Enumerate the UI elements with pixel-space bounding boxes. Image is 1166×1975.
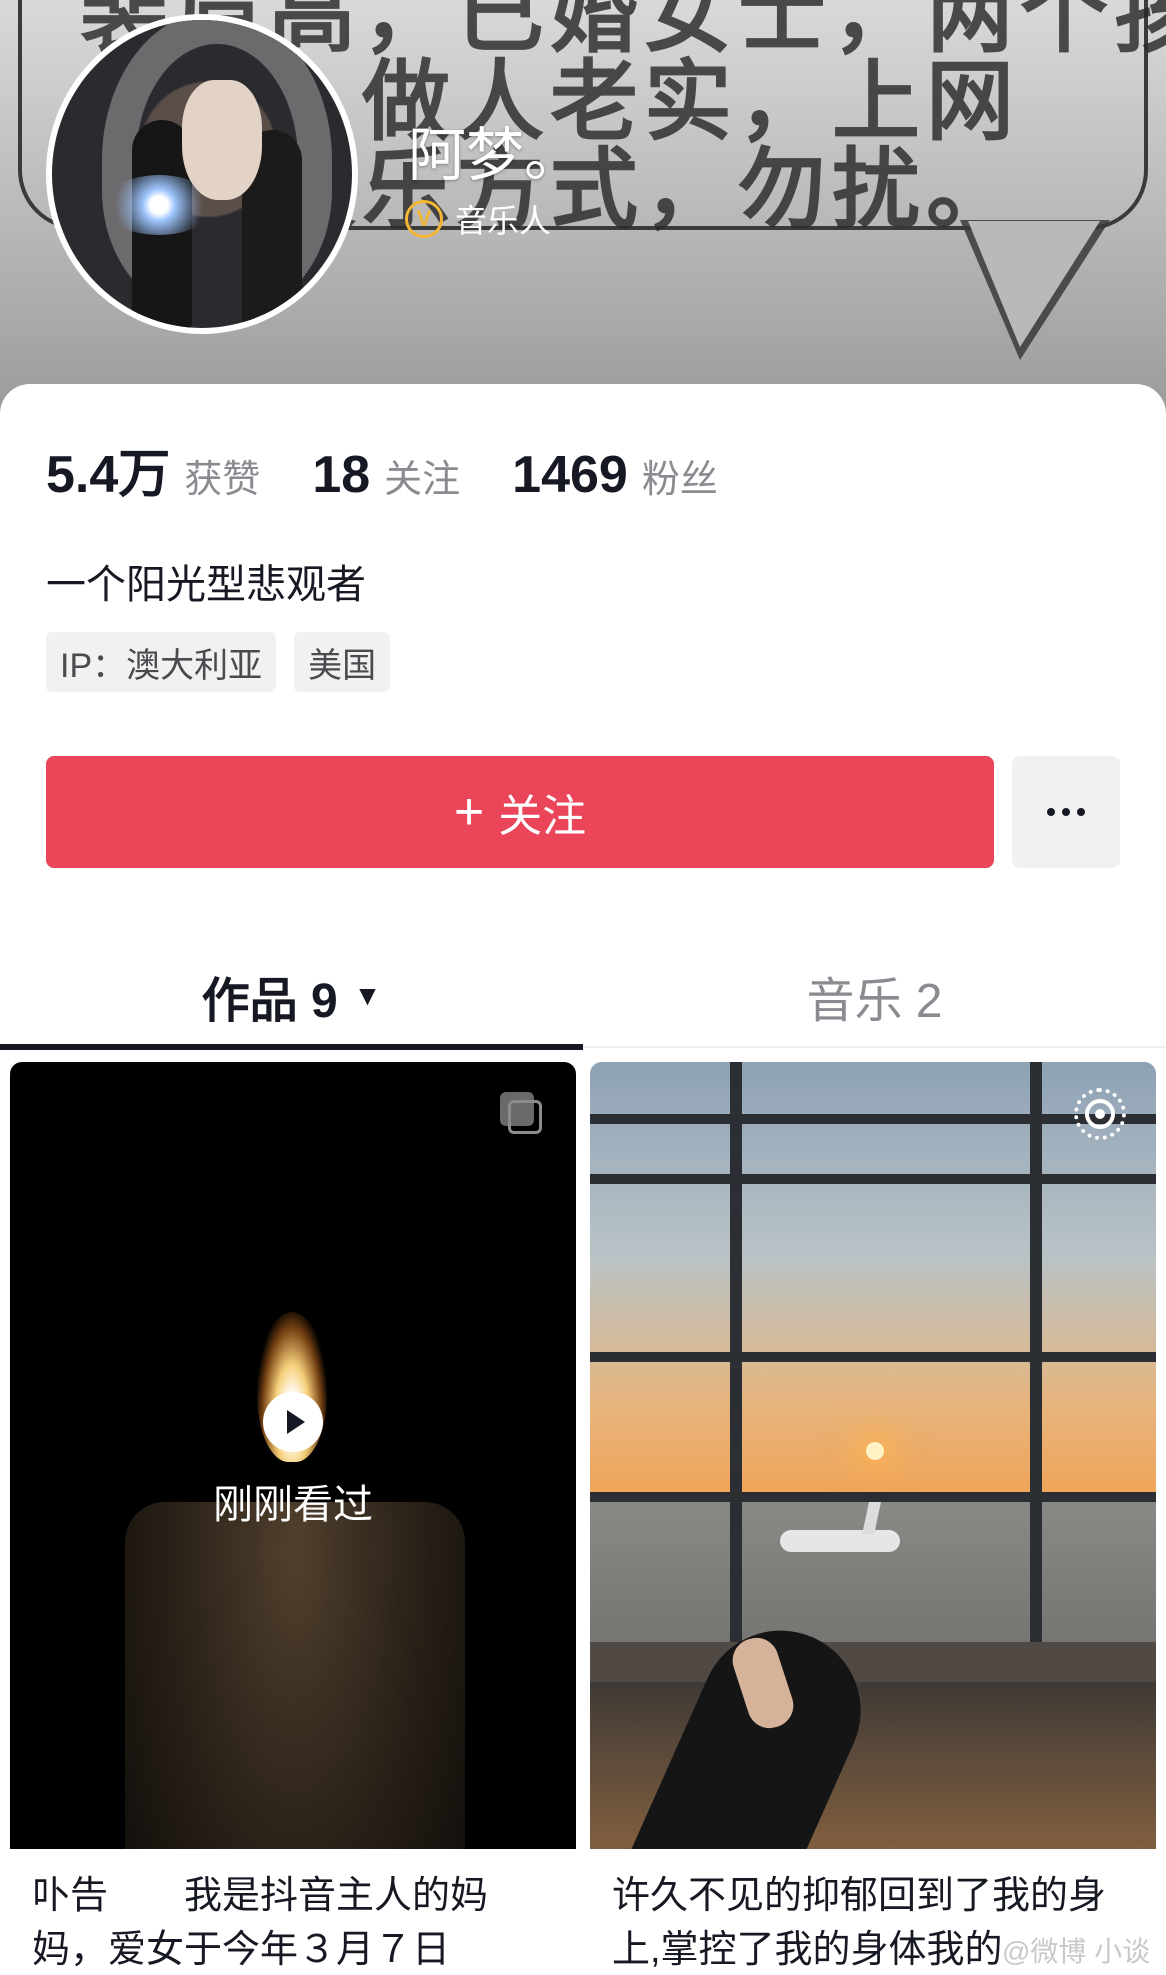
watermark: @微博 小谈: [1002, 1936, 1151, 1967]
stat-label: 关注: [384, 459, 461, 501]
play-icon[interactable]: [263, 1392, 323, 1452]
post-tile[interactable]: 刚刚看过: [10, 1062, 576, 1975]
stat-label: 获赞: [184, 459, 261, 501]
content-tabs: 作品 9 ▼ 音乐 2: [0, 944, 1166, 1050]
avatar[interactable]: [46, 14, 358, 334]
airplane: [780, 1530, 900, 1552]
stat-value: 18: [312, 446, 371, 504]
tab-works[interactable]: 作品 9 ▼: [0, 944, 583, 1050]
tab-underline: [0, 1044, 583, 1050]
multi-image-icon: [500, 1092, 544, 1136]
profile-card: 5.4万 获赞 18 关注 1469 粉丝 一个阳光型悲观者 IP：澳大利亚 美…: [0, 384, 1166, 1975]
stat-value: 1469: [512, 446, 628, 504]
bio-text: 一个阳光型悲观者: [46, 563, 366, 607]
follow-label: 关注: [498, 792, 587, 841]
stat-following[interactable]: 18 关注: [312, 445, 460, 505]
country-tag: 美国: [294, 632, 391, 692]
stat-value: 5.4万: [46, 446, 171, 504]
verify-label: 音乐人: [455, 203, 552, 239]
stat-likes[interactable]: 5.4万 获赞: [46, 432, 260, 507]
follow-button[interactable]: + 关注: [46, 756, 994, 868]
more-dots-icon: [1047, 808, 1055, 816]
caret-down-icon: ▼: [353, 980, 382, 1011]
sun: [866, 1442, 884, 1460]
v-badge-icon: V: [405, 200, 443, 238]
stat-followers[interactable]: 1469 粉丝: [512, 445, 718, 505]
live-photo-icon: [1074, 1088, 1126, 1140]
nickname: 阿梦。: [408, 123, 583, 188]
tab-label: 音乐 2: [806, 975, 943, 1028]
verified-badge[interactable]: V 音乐人: [405, 196, 551, 242]
post-tile[interactable]: [590, 1062, 1156, 1975]
ip-location-tag: IP：澳大利亚: [46, 632, 277, 692]
stats-row: 5.4万 获赞 18 关注 1469 粉丝: [46, 432, 770, 507]
recently-viewed-label: 刚刚看过: [213, 1483, 373, 1527]
stat-label: 粉丝: [641, 459, 718, 501]
plus-icon: +: [453, 783, 485, 841]
tab-label: 作品 9: [201, 975, 338, 1028]
more-button[interactable]: [1012, 756, 1120, 868]
tag-list: IP：澳大利亚 美国: [46, 632, 408, 692]
tab-music[interactable]: 音乐 2: [583, 944, 1166, 1048]
post-caption[interactable]: 卟告 我是抖音主人的妈妈，爱女于今年３月７日: [10, 1849, 576, 1975]
